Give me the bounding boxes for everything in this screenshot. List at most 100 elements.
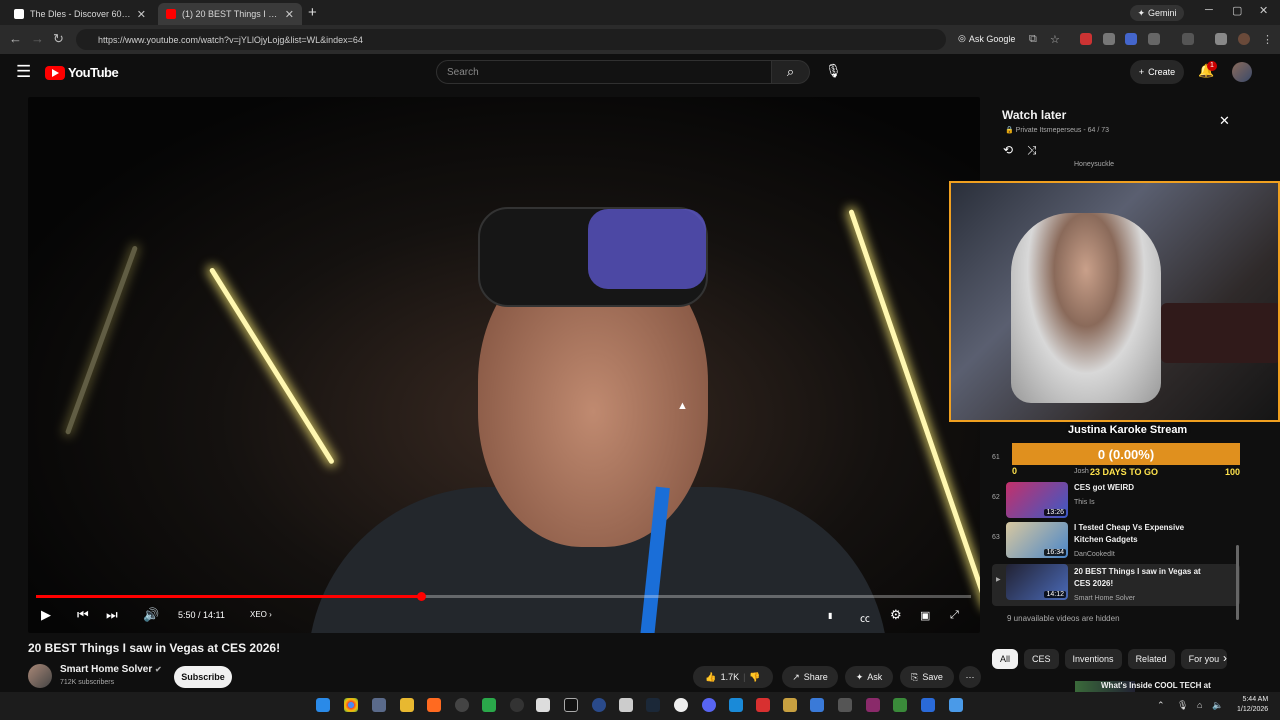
app-icon[interactable] xyxy=(674,698,688,712)
taskbar-clock[interactable]: 5:44 AM 1/12/2026 xyxy=(1237,695,1268,715)
new-tab-icon[interactable]: + xyxy=(308,4,317,21)
gemini-button[interactable]: ✦ Gemini xyxy=(1130,5,1184,21)
app-icon[interactable] xyxy=(592,698,606,712)
channel-avatar[interactable] xyxy=(28,664,52,688)
file-explorer-icon[interactable] xyxy=(400,698,414,712)
account-avatar[interactable] xyxy=(1232,62,1252,82)
bookmark-star-icon[interactable]: ☆ xyxy=(1050,33,1060,46)
miniplayer-icon[interactable]: ▣ xyxy=(920,609,930,622)
firefox-icon[interactable] xyxy=(427,698,441,712)
minimize-icon[interactable]: ─ xyxy=(1205,4,1213,16)
chevron-right-icon[interactable]: › xyxy=(1223,651,1227,665)
app-icon[interactable] xyxy=(510,698,524,712)
chip-inventions[interactable]: Inventions xyxy=(1064,649,1122,669)
app-icon[interactable] xyxy=(838,698,852,712)
hidden-videos-note: 9 unavailable videos are hidden xyxy=(1007,614,1120,623)
subscribe-button[interactable]: Subscribe xyxy=(174,666,232,688)
chip-related[interactable]: Related xyxy=(1127,649,1175,669)
app-icon[interactable] xyxy=(619,698,633,712)
app-icon[interactable] xyxy=(921,698,935,712)
url-bar[interactable]: https://www.youtube.com/watch?v=jYLlOjyL… xyxy=(76,29,946,50)
search-button[interactable]: ⌕ xyxy=(772,60,810,84)
close-playlist-icon[interactable]: ✕ xyxy=(1219,113,1230,129)
create-button[interactable]: + Create xyxy=(1130,60,1184,84)
forward-icon[interactable]: → xyxy=(31,31,44,46)
share-button[interactable]: ↗ Share xyxy=(782,666,838,688)
volume-icon[interactable]: 🔊 xyxy=(143,607,159,623)
chip-for-you[interactable]: For you xyxy=(1180,649,1228,669)
app-icon[interactable] xyxy=(866,698,880,712)
app-icon[interactable] xyxy=(482,698,496,712)
previous-icon[interactable]: ⏮ xyxy=(77,607,89,623)
extension-icon[interactable] xyxy=(1080,33,1092,45)
app-icon[interactable] xyxy=(893,698,907,712)
microphone-icon[interactable]: 🎙 xyxy=(1177,700,1188,711)
video-progress-bar[interactable] xyxy=(36,592,971,601)
chrome-icon[interactable] xyxy=(344,698,358,712)
playlist-item-current[interactable]: ▶ 14:12 20 BEST Things I saw in Vegas at… xyxy=(992,564,1240,606)
hamburger-menu-icon[interactable]: ☰ xyxy=(16,62,31,82)
clock-time: 5:44 AM xyxy=(1242,696,1269,703)
sidepanel-icon[interactable] xyxy=(1182,33,1194,45)
app-icon[interactable] xyxy=(783,698,797,712)
fullscreen-icon[interactable]: ⤢ xyxy=(950,609,959,622)
discord-icon[interactable] xyxy=(702,698,716,712)
chip-ces[interactable]: CES xyxy=(1024,649,1059,669)
tab-the-dles[interactable]: The Dles - Discover 600+ Free D ✕ xyxy=(6,3,154,25)
chapter-button[interactable]: XEO › xyxy=(250,610,272,619)
extension-icon[interactable] xyxy=(1125,33,1137,45)
youtube-logo[interactable]: YouTube xyxy=(45,65,119,80)
video-player[interactable] xyxy=(28,97,980,633)
extension-icon[interactable] xyxy=(1103,33,1115,45)
next-icon[interactable]: ⏭ xyxy=(106,607,118,623)
maximize-icon[interactable]: ▢ xyxy=(1232,4,1242,17)
app-icon[interactable] xyxy=(536,698,550,712)
puzzle-icon[interactable] xyxy=(1148,33,1160,45)
microphone-icon[interactable]: 🎙 xyxy=(825,63,842,79)
network-icon[interactable]: ⌂ xyxy=(1197,700,1202,710)
captions-icon[interactable]: ㏄ xyxy=(860,610,870,625)
speaker-icon[interactable]: 🔈 xyxy=(1212,700,1223,711)
related-video-title[interactable]: What's Inside COOL TECH at xyxy=(1101,681,1211,690)
profile-icon[interactable] xyxy=(1238,33,1250,45)
search-input[interactable]: Search xyxy=(436,60,772,84)
app-icon[interactable] xyxy=(455,698,469,712)
steam-icon[interactable] xyxy=(646,698,660,712)
reload-icon[interactable]: ↻ xyxy=(53,31,64,47)
settings-gear-icon[interactable]: ⚙ xyxy=(890,607,902,623)
ask-google-button[interactable]: ◎ Ask Google xyxy=(958,33,1015,44)
close-tab-icon[interactable]: ✕ xyxy=(137,8,146,21)
playlist-scrollbar[interactable] xyxy=(1236,545,1239,620)
playlist-item[interactable]: 62 13:26 CES got WEIRD This Is xyxy=(992,482,1240,522)
share-label: Share xyxy=(803,672,828,682)
thumbs-down-icon[interactable]: 👎 xyxy=(749,672,760,683)
extension-icon[interactable] xyxy=(1215,33,1227,45)
ask-button[interactable]: ✦ Ask xyxy=(845,666,893,688)
more-menu-icon[interactable]: ⋮ xyxy=(1262,33,1273,46)
app-icon[interactable] xyxy=(564,698,578,712)
close-window-icon[interactable]: ✕ xyxy=(1259,4,1268,17)
channel-name[interactable]: Smart Home Solver ✔ xyxy=(60,664,162,675)
app-icon[interactable] xyxy=(756,698,770,712)
thumbs-up-icon[interactable]: 👍 xyxy=(705,672,716,683)
play-icon[interactable]: ▶ xyxy=(41,607,51,623)
install-icon[interactable]: ⧉ xyxy=(1029,33,1037,46)
tray-chevron-icon[interactable]: ⌃ xyxy=(1157,700,1165,711)
chip-all[interactable]: All xyxy=(992,649,1019,669)
shuffle-icon[interactable]: ⤨ xyxy=(1027,143,1037,158)
playlist-title[interactable]: Watch later xyxy=(1002,108,1066,122)
neon-light xyxy=(208,267,335,465)
app-icon[interactable] xyxy=(810,698,824,712)
app-icon[interactable] xyxy=(949,698,963,712)
playlist-item[interactable]: 63 16:34 I Tested Cheap Vs Expensive Kit… xyxy=(992,522,1240,562)
like-dislike-button[interactable]: 👍 1.7K | 👎 xyxy=(693,666,773,688)
loop-icon[interactable]: ⟲ xyxy=(1003,143,1013,157)
save-button[interactable]: ⎘ Save xyxy=(900,666,954,688)
close-tab-icon[interactable]: ✕ xyxy=(285,8,294,21)
taskview-icon[interactable] xyxy=(372,698,386,712)
more-actions-button[interactable]: ⋯ xyxy=(959,666,981,688)
edge-icon[interactable] xyxy=(729,698,743,712)
back-icon[interactable]: ← xyxy=(9,31,22,46)
tab-youtube-video[interactable]: (1) 20 BEST Things I saw in Veg ✕ xyxy=(158,3,302,25)
start-windows-icon[interactable] xyxy=(316,698,330,712)
